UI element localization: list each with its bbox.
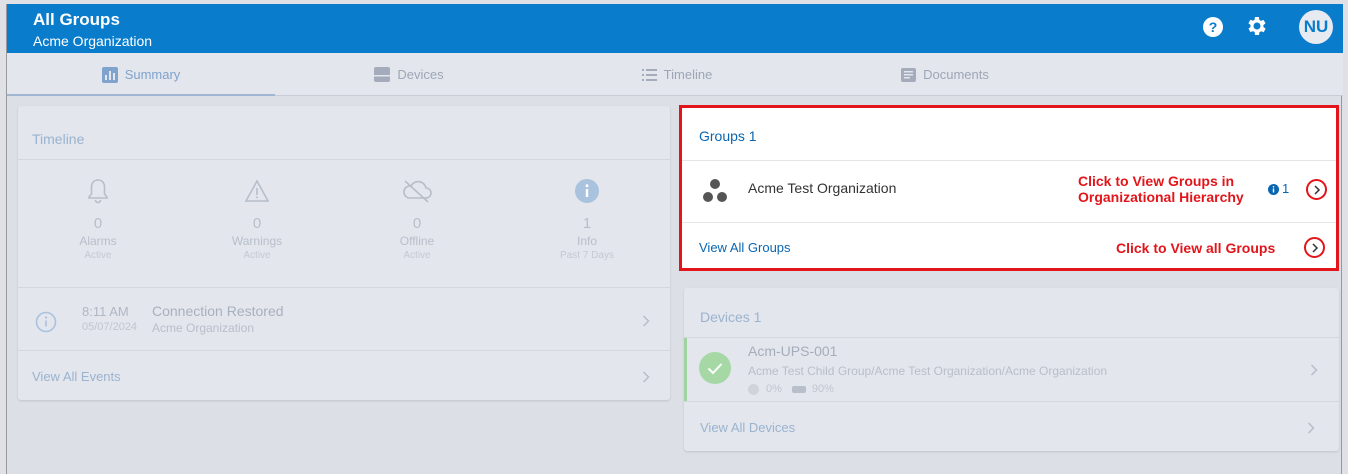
device-metrics: 0% 90%: [748, 383, 834, 395]
gear-icon[interactable]: [1245, 14, 1269, 38]
device-icon: [374, 67, 391, 82]
stat-label: Info: [576, 234, 597, 248]
metric-dot-icon: [748, 383, 759, 395]
stat-sub: Active: [243, 250, 271, 261]
view-all-events-link[interactable]: View All Events: [18, 351, 670, 400]
group-name: Acme Test Organization: [748, 180, 897, 196]
stat-label: Alarms: [79, 234, 117, 248]
metric-value: 0%: [766, 383, 782, 395]
battery-icon: [791, 385, 806, 393]
avatar[interactable]: NU: [1299, 10, 1333, 44]
info-icon: [35, 311, 57, 333]
device-name: Acm-UPS-001: [748, 343, 838, 359]
stat-sub: Past 7 Days: [560, 250, 614, 261]
tab-bar: Summary Devices Timeline Documents: [7, 53, 1343, 96]
view-all-groups-link[interactable]: View All Groups: [699, 240, 791, 255]
list-icon: [641, 68, 657, 81]
page-title: All Groups: [33, 10, 120, 29]
stat-warnings[interactable]: 0 Warnings Active: [197, 178, 317, 261]
event-source: Acme Organization: [152, 321, 255, 335]
stat-value: 0: [412, 215, 422, 232]
cloud-offline-icon: [403, 180, 432, 203]
chevron-right-icon: [1307, 422, 1315, 434]
event-time: 8:11 AM: [82, 304, 129, 319]
chevron-right-icon: [1313, 184, 1320, 195]
stat-value: 0: [252, 215, 262, 232]
info-icon: [1268, 184, 1279, 195]
stat-offline[interactable]: 0 Offline Active: [357, 178, 477, 261]
app-frame: All Groups Acme Organization ? NU Summar…: [6, 4, 1343, 474]
chevron-right-icon: [1311, 242, 1318, 253]
stat-value: 1: [582, 215, 592, 232]
info-icon: [575, 179, 599, 203]
devices-card: Devices 1 Acm-UPS-001 Acme Test Child Gr…: [684, 288, 1339, 451]
stat-sub: Active: [403, 250, 431, 261]
view-all-devices-label: View All Devices: [700, 420, 796, 435]
stat-value: 0: [93, 215, 103, 232]
chevron-right-icon: [1310, 364, 1318, 376]
timeline-card: Timeline 0 Alarms Active 0 Warnings Acti…: [18, 106, 670, 400]
status-ok-icon: [699, 352, 731, 384]
timeline-title: Timeline: [32, 131, 85, 147]
group-row[interactable]: Acme Test Organization Click to View Gro…: [682, 161, 1336, 222]
bar-chart-icon: [101, 66, 118, 83]
top-bar: All Groups Acme Organization ? NU: [7, 4, 1343, 53]
tab-summary[interactable]: Summary: [7, 53, 275, 96]
stat-label: Offline: [399, 234, 435, 248]
view-all-events-label: View All Events: [32, 369, 121, 384]
stat-sub: Active: [84, 250, 112, 261]
view-all-devices-link[interactable]: View All Devices: [684, 402, 1339, 451]
annotation-line: Organizational Hierarchy: [1078, 189, 1244, 205]
warning-icon: [244, 179, 270, 202]
groups-title: Groups 1: [699, 128, 757, 144]
view-all-groups-row[interactable]: View All Groups Click to View all Groups: [682, 223, 1336, 268]
chevron-right-icon: [642, 371, 650, 383]
tab-label: Devices: [397, 67, 444, 82]
group-count: 1: [1282, 181, 1290, 196]
event-row[interactable]: 8:11 AM 05/07/2024 Connection Restored A…: [18, 288, 670, 350]
document-icon: [901, 67, 917, 82]
annotation-view-all: Click to View all Groups: [1116, 240, 1276, 256]
group-icon: [703, 179, 727, 202]
event-date: 05/07/2024: [82, 321, 138, 333]
view-all-groups-button[interactable]: [1304, 237, 1325, 258]
tab-devices[interactable]: Devices: [275, 53, 543, 96]
annotation-hierarchy: Click to View Groups in Organizational H…: [1078, 173, 1244, 205]
tab-label: Documents: [923, 67, 989, 82]
stat-alarms[interactable]: 0 Alarms Active: [38, 178, 158, 261]
stat-label: Warnings: [231, 234, 283, 248]
devices-title: Devices 1: [700, 309, 762, 325]
device-row[interactable]: Acm-UPS-001 Acme Test Child Group/Acme T…: [684, 338, 1339, 401]
annotation-line: Click to View Groups in: [1078, 173, 1235, 189]
help-icon[interactable]: ?: [1203, 17, 1223, 37]
stat-info[interactable]: 1 Info Past 7 Days: [527, 178, 647, 261]
bell-icon: [88, 179, 108, 204]
groups-card: Groups 1 Acme Test Organization Click to…: [679, 105, 1339, 271]
tab-label: Summary: [124, 67, 181, 82]
expand-group-button[interactable]: [1306, 179, 1327, 200]
tab-label: Timeline: [663, 67, 713, 82]
chevron-right-icon: [642, 315, 650, 327]
device-path: Acme Test Child Group/Acme Test Organiza…: [748, 364, 1108, 378]
organization-name: Acme Organization: [33, 33, 153, 49]
metric-value: 90%: [811, 383, 834, 395]
tab-timeline[interactable]: Timeline: [543, 53, 811, 96]
tab-documents[interactable]: Documents: [811, 53, 1079, 96]
event-title: Connection Restored: [152, 303, 284, 319]
